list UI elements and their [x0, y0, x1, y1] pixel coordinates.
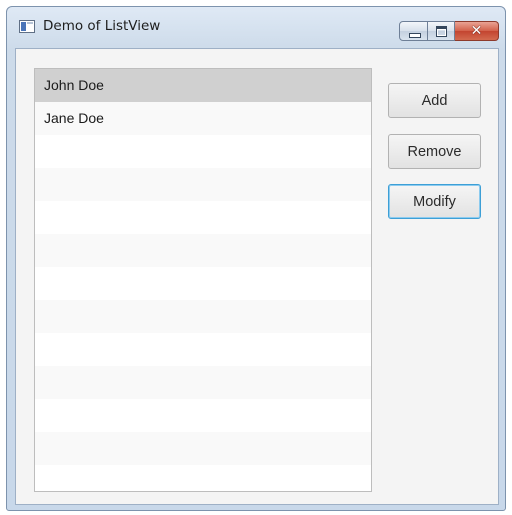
close-button[interactable]: ✕	[455, 21, 499, 41]
empty-list-row	[35, 366, 371, 399]
close-icon: ✕	[470, 23, 483, 39]
caption-buttons: ✕	[399, 21, 499, 41]
modify-button[interactable]: Modify	[388, 184, 481, 219]
empty-list-row	[35, 267, 371, 300]
empty-list-row	[35, 399, 371, 432]
empty-list-row	[35, 135, 371, 168]
empty-list-row	[35, 168, 371, 201]
application-window: Demo of ListView ✕ John Doe Jane Doe Add …	[6, 6, 506, 511]
empty-list-row	[35, 432, 371, 465]
list-item[interactable]: Jane Doe	[35, 102, 371, 135]
title-bar[interactable]: Demo of ListView ✕	[7, 7, 505, 47]
add-button[interactable]: Add	[388, 83, 481, 118]
list-item[interactable]: John Doe	[35, 69, 371, 102]
empty-list-row	[35, 300, 371, 333]
empty-list-row	[35, 333, 371, 366]
names-list-view[interactable]: John Doe Jane Doe	[34, 68, 372, 492]
empty-list-row	[35, 465, 371, 491]
minimize-button[interactable]	[399, 21, 428, 41]
maximize-icon	[436, 26, 447, 37]
minimize-icon	[409, 33, 421, 38]
remove-button[interactable]: Remove	[388, 134, 481, 169]
maximize-button[interactable]	[428, 21, 455, 41]
empty-list-row	[35, 201, 371, 234]
app-icon[interactable]	[19, 20, 35, 33]
empty-list-row	[35, 234, 371, 267]
window-content: John Doe Jane Doe Add Remove Modify	[15, 48, 499, 505]
window-title: Demo of ListView	[43, 18, 161, 34]
